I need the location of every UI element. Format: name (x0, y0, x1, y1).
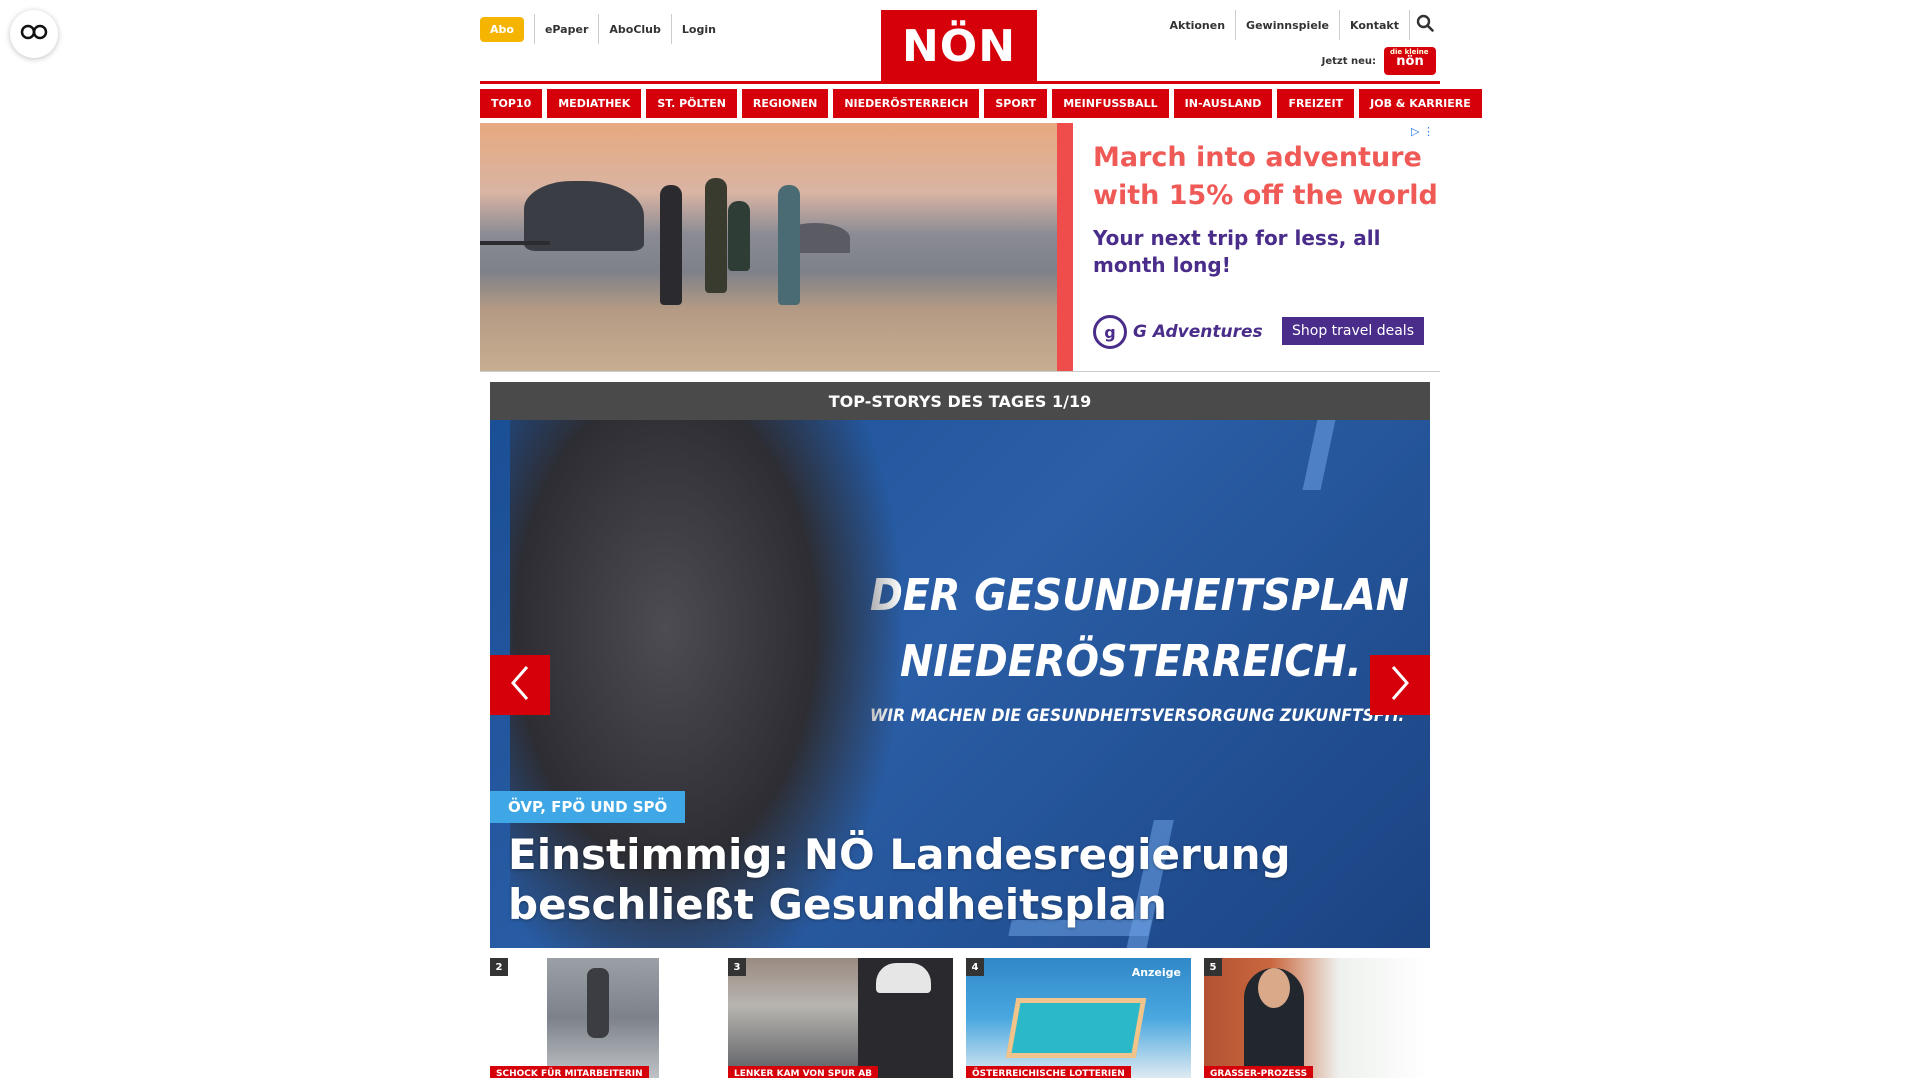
sponsored-badge: Anzeige (1131, 966, 1181, 979)
nav-item-job-karriere[interactable]: JOB & KARRIERE (1359, 89, 1482, 118)
nav-item-top10[interactable]: TOP10 (480, 89, 543, 118)
ad-banner[interactable]: March into adventure with 15% off the wo… (480, 123, 1440, 372)
story-number: 2 (490, 958, 508, 976)
accessibility-button[interactable] (10, 10, 58, 58)
jetzt-neu-label: Jetzt neu: (1321, 55, 1376, 67)
abo-button[interactable]: Abo (480, 16, 524, 42)
ad-brand-name: G Adventures (1133, 322, 1263, 342)
story-tag: LENKER KAM VON SPUR AB (728, 1066, 879, 1078)
carousel-prev-button[interactable] (490, 655, 550, 715)
adchoices-icon[interactable]: ▷ ⋮ (1411, 125, 1434, 138)
meta-link-gewinnspiele[interactable]: Gewinnspiele (1236, 10, 1341, 40)
ad-image (480, 123, 1057, 371)
search-button[interactable] (1410, 10, 1440, 40)
story-number: 4 (966, 958, 984, 976)
story-thumbnail[interactable]: 3 LENKER KAM VON SPUR AB (728, 958, 953, 1078)
story-tag: GRASSER-PROZESS (1204, 1066, 1314, 1078)
meta-link-aboclub[interactable]: AboClub (598, 14, 671, 44)
story-thumbnail[interactable]: 4 Anzeige ÖSTERREICHISCHE LOTTERIEN (966, 958, 1191, 1078)
page: Abo ePaper AboClub Login NÖN Aktionen Ge… (480, 0, 1482, 1078)
hero-image-text-2: NIEDERÖSTERREICH. (900, 636, 1362, 687)
nav-item-mediathek[interactable]: MEDIATHEK (547, 89, 642, 118)
kleine-noen-logo-small: die kleine (1390, 48, 1429, 56)
story-thumbnail[interactable]: 5 GRASSER-PROZESS (1204, 958, 1429, 1078)
main-nav: TOP10 MEDIATHEK ST. PÖLTEN REGIONEN NIED… (480, 89, 1482, 118)
meta-link-aktionen[interactable]: Aktionen (1160, 10, 1237, 40)
nav-item-regionen[interactable]: REGIONEN (741, 89, 829, 118)
meta-link-login[interactable]: Login (670, 14, 726, 44)
hero-tag[interactable]: ÖVP, FPÖ UND SPÖ (490, 791, 686, 823)
ad-subline: Your next trip for less, all month long! (1093, 226, 1381, 277)
ad-brand: g G Adventures (1093, 315, 1263, 349)
top-stories: TOP-STORYS DES TAGES 1/19 DER GESUNDHEIT… (490, 382, 1430, 1078)
chevron-right-icon (1389, 665, 1411, 705)
nav-item-meinfussball[interactable]: MEINFUSSBALL (1052, 89, 1169, 118)
ad-headline: March into adventure with 15% off the wo… (1093, 142, 1438, 211)
meta-link-kontakt[interactable]: Kontakt (1340, 10, 1410, 40)
meta-link-epaper[interactable]: ePaper (533, 14, 598, 44)
chevron-left-icon (509, 665, 531, 705)
hero-story[interactable]: DER GESUNDHEITSPLAN NIEDERÖSTERREICH. WI… (490, 420, 1430, 948)
nav-item-sport[interactable]: SPORT (984, 89, 1048, 118)
top-stories-heading: TOP-STORYS DES TAGES 1/19 (490, 382, 1430, 420)
meta-nav-left: Abo ePaper AboClub Login (480, 14, 726, 44)
carousel-next-button[interactable] (1370, 655, 1430, 715)
nav-item-in-ausland[interactable]: IN-AUSLAND (1173, 89, 1273, 118)
story-tag: SCHOCK FÜR MITARBEITERIN (490, 1066, 649, 1078)
ad-copy: March into adventure with 15% off the wo… (1073, 123, 1440, 371)
jetzt-neu: Jetzt neu: die kleine nön (1322, 47, 1436, 75)
nav-item-st-poelten[interactable]: ST. PÖLTEN (646, 89, 737, 118)
story-thumbnail[interactable]: 2 SCHOCK FÜR MITARBEITERIN (490, 958, 715, 1078)
hero-decoration (1302, 420, 1336, 490)
story-thumbnails: 2 SCHOCK FÜR MITARBEITERIN 3 LENKER KAM … (490, 958, 1430, 1078)
meta-nav-right: Aktionen Gewinnspiele Kontakt (1160, 10, 1441, 40)
kleine-noen-logo[interactable]: die kleine nön (1384, 47, 1436, 75)
hero-image-text-3: WIR MACHEN DIE GESUNDHEITSVERSORGUNG ZUK… (870, 706, 1405, 726)
ad-cta-button[interactable]: Shop travel deals (1282, 317, 1424, 345)
story-number: 3 (728, 958, 746, 976)
hero-image-text-1: DER GESUNDHEITSPLAN (870, 570, 1409, 621)
nav-item-freizeit[interactable]: FREIZEIT (1277, 89, 1355, 118)
hero-headline[interactable]: Einstimmig: NÖ Landesregierung beschließ… (508, 830, 1308, 930)
ad-accent-strip (1057, 123, 1073, 371)
g-adventures-logo-icon: g (1093, 315, 1127, 349)
site-header: Abo ePaper AboClub Login NÖN Aktionen Ge… (480, 0, 1440, 84)
search-icon (1416, 14, 1434, 36)
accessibility-icon (20, 23, 48, 45)
nav-item-niederoesterreich[interactable]: NIEDERÖSTERREICH (833, 89, 980, 118)
site-logo[interactable]: NÖN (881, 10, 1037, 83)
story-tag: ÖSTERREICHISCHE LOTTERIEN (966, 1066, 1131, 1078)
story-number: 5 (1204, 958, 1222, 976)
